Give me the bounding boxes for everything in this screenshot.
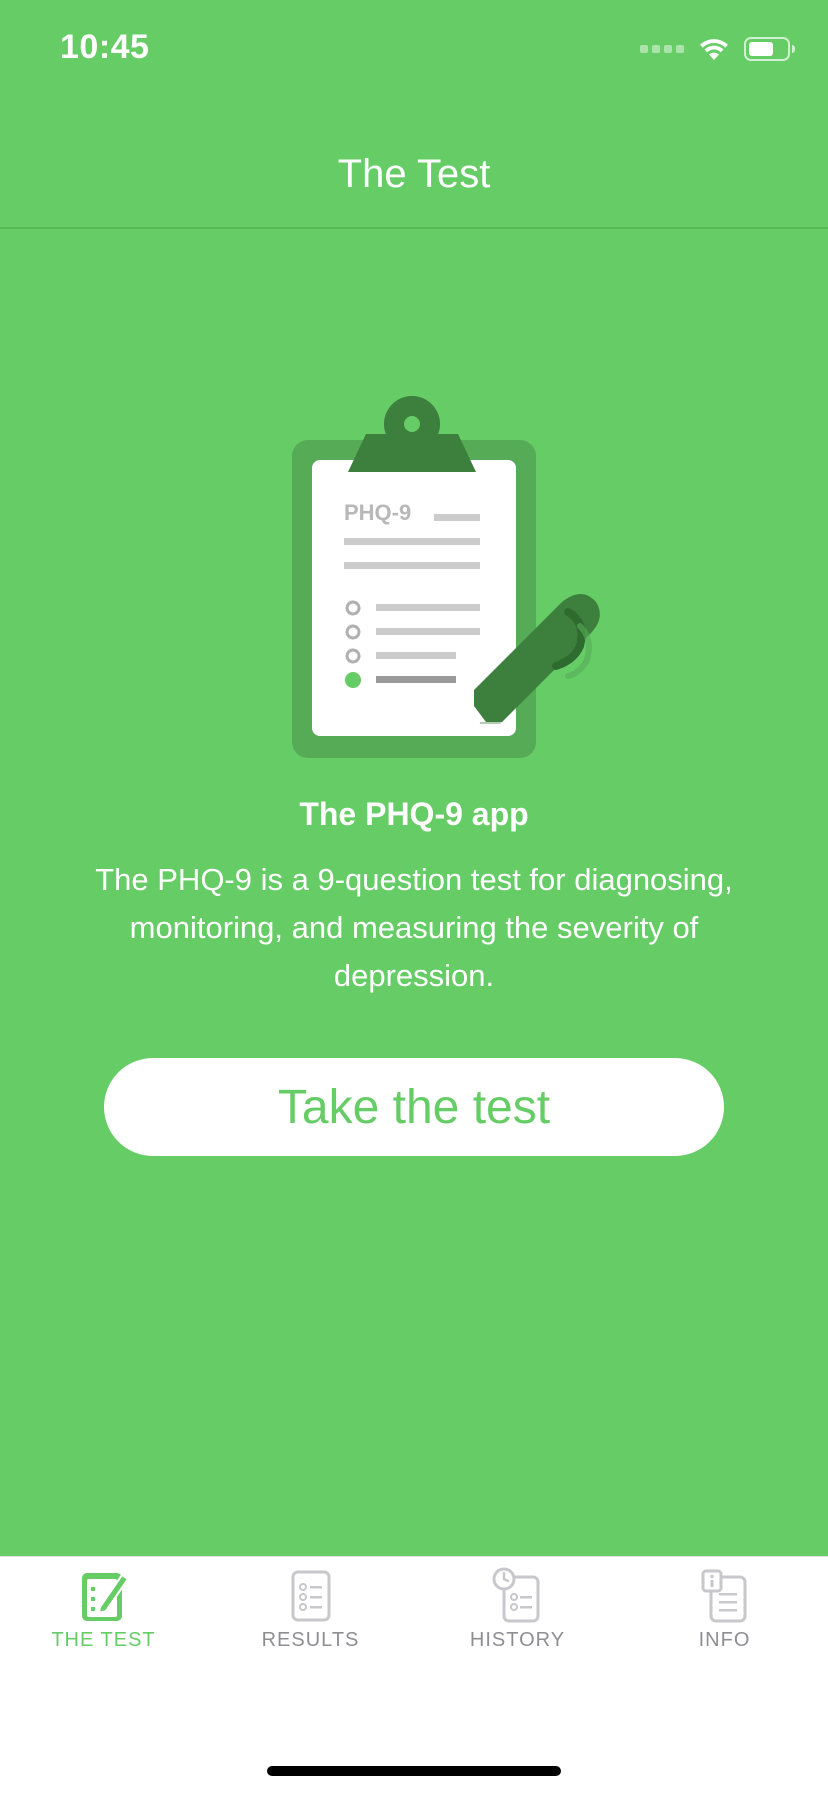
navigation-bar: The Test <box>0 100 828 229</box>
clock-checklist-icon <box>492 1567 539 1623</box>
clipboard-pencil-icon <box>81 1573 129 1621</box>
tab-the-test[interactable]: THE TEST <box>0 1567 207 1677</box>
tab-bar: THE TEST RESULTS HISTORY INFO <box>0 1556 828 1793</box>
tab-label: RESULTS <box>261 1629 360 1651</box>
battery-icon <box>744 37 795 61</box>
status-icons <box>640 34 796 64</box>
wifi-icon <box>700 39 728 60</box>
status-bar: 10:45 <box>0 0 828 100</box>
clipboard-label: PHQ-9 <box>344 500 411 525</box>
status-time: 10:45 <box>60 28 150 66</box>
app-headline: The PHQ-9 app <box>299 796 529 832</box>
checklist-icon <box>291 1570 330 1622</box>
tab-label: INFO <box>698 1629 751 1651</box>
tab-results[interactable]: RESULTS <box>207 1567 414 1677</box>
app-description: The PHQ-9 is a 9-question test for diagn… <box>95 862 733 993</box>
info-document-icon <box>701 1569 746 1623</box>
clipboard-illustration: PHQ-9 <box>292 396 600 758</box>
tab-label: HISTORY <box>469 1629 566 1651</box>
tab-label: THE TEST <box>51 1629 156 1651</box>
cellular-signal-icon <box>640 45 684 53</box>
main-screen: 10:45 The Test PHQ-9 The PHQ-9 app The P… <box>0 0 828 1556</box>
page-title: The Test <box>337 152 491 196</box>
tab-info[interactable]: INFO <box>621 1567 828 1677</box>
take-test-button[interactable]: Take the test <box>104 1058 724 1156</box>
home-indicator <box>267 1766 561 1776</box>
tab-history[interactable]: HISTORY <box>414 1567 621 1677</box>
